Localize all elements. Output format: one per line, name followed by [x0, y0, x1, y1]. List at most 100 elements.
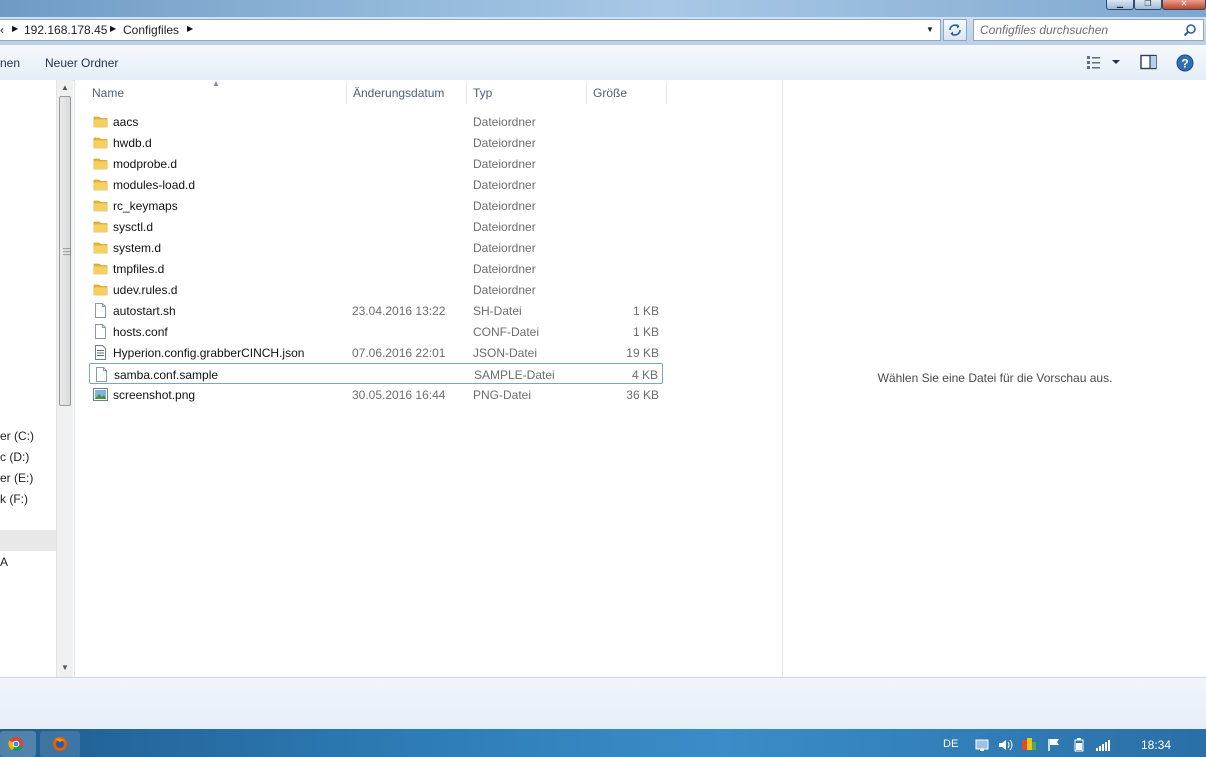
- table-row[interactable]: modules-load.d Dateiordner: [89, 174, 663, 195]
- preview-pane: Wählen Sie eine Datei für die Vorschau a…: [782, 80, 1206, 677]
- new-folder-button[interactable]: Neuer Ordner: [45, 56, 118, 70]
- file-name: modprobe.d: [113, 157, 178, 171]
- app-tray-icon[interactable]: [1021, 737, 1037, 751]
- maximize-button[interactable]: ❐: [1134, 0, 1162, 10]
- file-size: 4 KB: [631, 368, 658, 382]
- taskbar: DE 18:34: [0, 729, 1206, 757]
- breadcrumb-separator-icon[interactable]: ▶: [187, 24, 193, 33]
- file-size: 36 KB: [626, 388, 659, 402]
- file-size: 1 KB: [632, 325, 659, 339]
- table-row[interactable]: aacs Dateiordner: [89, 111, 663, 132]
- breadcrumb-separator-icon[interactable]: ▶: [12, 24, 18, 33]
- column-header-name[interactable]: Name: [92, 86, 124, 100]
- file-name: hwdb.d: [113, 136, 152, 150]
- taskbar-firefox-button[interactable]: [40, 731, 80, 757]
- document-file-icon: [93, 345, 108, 360]
- refresh-icon: [949, 24, 961, 36]
- taskbar-chrome-button[interactable]: [0, 731, 36, 757]
- nav-drive-f[interactable]: k (F:): [0, 492, 28, 506]
- column-header-date[interactable]: Änderungsdatum: [353, 86, 444, 100]
- search-icon[interactable]: [1183, 23, 1197, 37]
- file-type: Dateiordner: [473, 262, 536, 276]
- column-header-type[interactable]: Typ: [473, 86, 492, 100]
- file-date: 23.04.2016 13:22: [352, 304, 446, 318]
- search-input[interactable]: [980, 23, 1180, 37]
- signal-strength-icon[interactable]: [1095, 738, 1111, 752]
- file-type: SAMPLE-Datei: [474, 368, 555, 382]
- column-divider[interactable]: [586, 82, 587, 104]
- grip-icon: — — —: [63, 244, 71, 259]
- folder-icon: [93, 114, 108, 129]
- minimize-button[interactable]: ▁: [1106, 0, 1134, 10]
- window-title-bar: ▁ ❐ ✕: [0, 0, 1206, 17]
- root-chevron[interactable]: ‹: [0, 23, 4, 37]
- file-type: Dateiordner: [473, 220, 536, 234]
- firefox-icon: [53, 737, 67, 751]
- breadcrumb-configfiles[interactable]: Configfiles: [123, 23, 179, 37]
- file-type: Dateiordner: [473, 157, 536, 171]
- table-row[interactable]: udev.rules.d Dateiordner: [89, 279, 663, 300]
- svg-text:?: ?: [1181, 57, 1188, 71]
- clock[interactable]: 18:34: [1141, 738, 1171, 752]
- file-name: system.d: [113, 241, 162, 255]
- column-header-size[interactable]: Größe: [593, 86, 627, 100]
- table-row[interactable]: screenshot.png 30.05.2016 16:44 PNG-Datei 3…: [89, 384, 663, 405]
- help-button[interactable]: ?: [1176, 54, 1194, 75]
- action-center-flag-icon[interactable]: [1047, 738, 1061, 752]
- address-bar[interactable]: ‹ ▶ 192.168.178.45 ▶ Configfiles ▶ ▼: [0, 19, 941, 41]
- scroll-up-icon[interactable]: ▲: [61, 83, 69, 92]
- column-divider[interactable]: [346, 82, 347, 104]
- preview-pane-icon: [1140, 54, 1157, 70]
- chrome-icon: [8, 737, 23, 752]
- file-name: aacs: [113, 115, 139, 129]
- table-row[interactable]: autostart.sh 23.04.2016 13:22 SH-Datei 1 KB: [89, 300, 663, 321]
- breadcrumb-host[interactable]: 192.168.178.45: [24, 23, 107, 37]
- file-icon: [93, 324, 108, 339]
- table-row[interactable]: rc_keymaps Dateiordner: [89, 195, 663, 216]
- file-type: SH-Datei: [473, 304, 522, 318]
- file-name: hosts.conf: [113, 325, 168, 339]
- volume-tray-icon[interactable]: [998, 738, 1014, 752]
- file-type: Dateiordner: [473, 199, 536, 213]
- breadcrumb-separator-icon[interactable]: ▶: [110, 24, 116, 33]
- preview-pane-button[interactable]: [1140, 54, 1158, 73]
- address-dropdown-icon[interactable]: ▼: [926, 25, 934, 34]
- table-row[interactable]: system.d Dateiordner: [89, 237, 663, 258]
- folder-icon: [93, 240, 108, 255]
- nav-drive-c[interactable]: er (C:): [0, 429, 34, 443]
- window-controls: ▁ ❐ ✕: [1106, 0, 1206, 10]
- toolbar-item-truncated[interactable]: nen: [0, 56, 20, 70]
- view-options-icon: [1087, 56, 1120, 69]
- search-box[interactable]: [973, 19, 1204, 41]
- file-type: Dateiordner: [473, 136, 536, 150]
- file-type: Dateiordner: [473, 178, 536, 192]
- file-size: 19 KB: [626, 346, 659, 360]
- table-row-selected[interactable]: samba.conf.sample SAMPLE-Datei 4 KB: [89, 363, 663, 384]
- file-type: Dateiordner: [473, 115, 536, 129]
- language-indicator[interactable]: DE: [943, 738, 958, 750]
- table-row[interactable]: tmpfiles.d Dateiordner: [89, 258, 663, 279]
- table-row[interactable]: sysctl.d Dateiordner: [89, 216, 663, 237]
- view-options-button[interactable]: [1086, 54, 1120, 73]
- nav-network-item[interactable]: A: [0, 555, 8, 569]
- column-divider[interactable]: [466, 82, 467, 104]
- scrollbar-thumb[interactable]: — — —: [59, 96, 71, 406]
- file-icon: [93, 303, 108, 318]
- battery-icon[interactable]: [1074, 738, 1084, 752]
- table-row[interactable]: Hyperion.config.grabberCINCH.json 07.06.2…: [89, 342, 663, 363]
- nav-drive-d[interactable]: c (D:): [0, 450, 29, 464]
- nav-drive-e[interactable]: er (E:): [0, 471, 33, 485]
- column-divider[interactable]: [666, 82, 667, 104]
- table-row[interactable]: modprobe.d Dateiordner: [89, 153, 663, 174]
- scroll-down-icon[interactable]: ▼: [61, 663, 69, 672]
- nav-scrollbar[interactable]: ▲ — — — ▼: [56, 80, 73, 677]
- refresh-button[interactable]: [943, 19, 967, 41]
- table-row[interactable]: hwdb.d Dateiordner: [89, 132, 663, 153]
- address-row: ‹ ▶ 192.168.178.45 ▶ Configfiles ▶ ▼: [0, 17, 1206, 45]
- close-button[interactable]: ✕: [1162, 0, 1206, 10]
- file-type: Dateiordner: [473, 241, 536, 255]
- file-type: Dateiordner: [473, 283, 536, 297]
- table-row[interactable]: hosts.conf CONF-Datei 1 KB: [89, 321, 663, 342]
- network-tray-icon[interactable]: [975, 738, 989, 752]
- file-name: autostart.sh: [113, 304, 176, 318]
